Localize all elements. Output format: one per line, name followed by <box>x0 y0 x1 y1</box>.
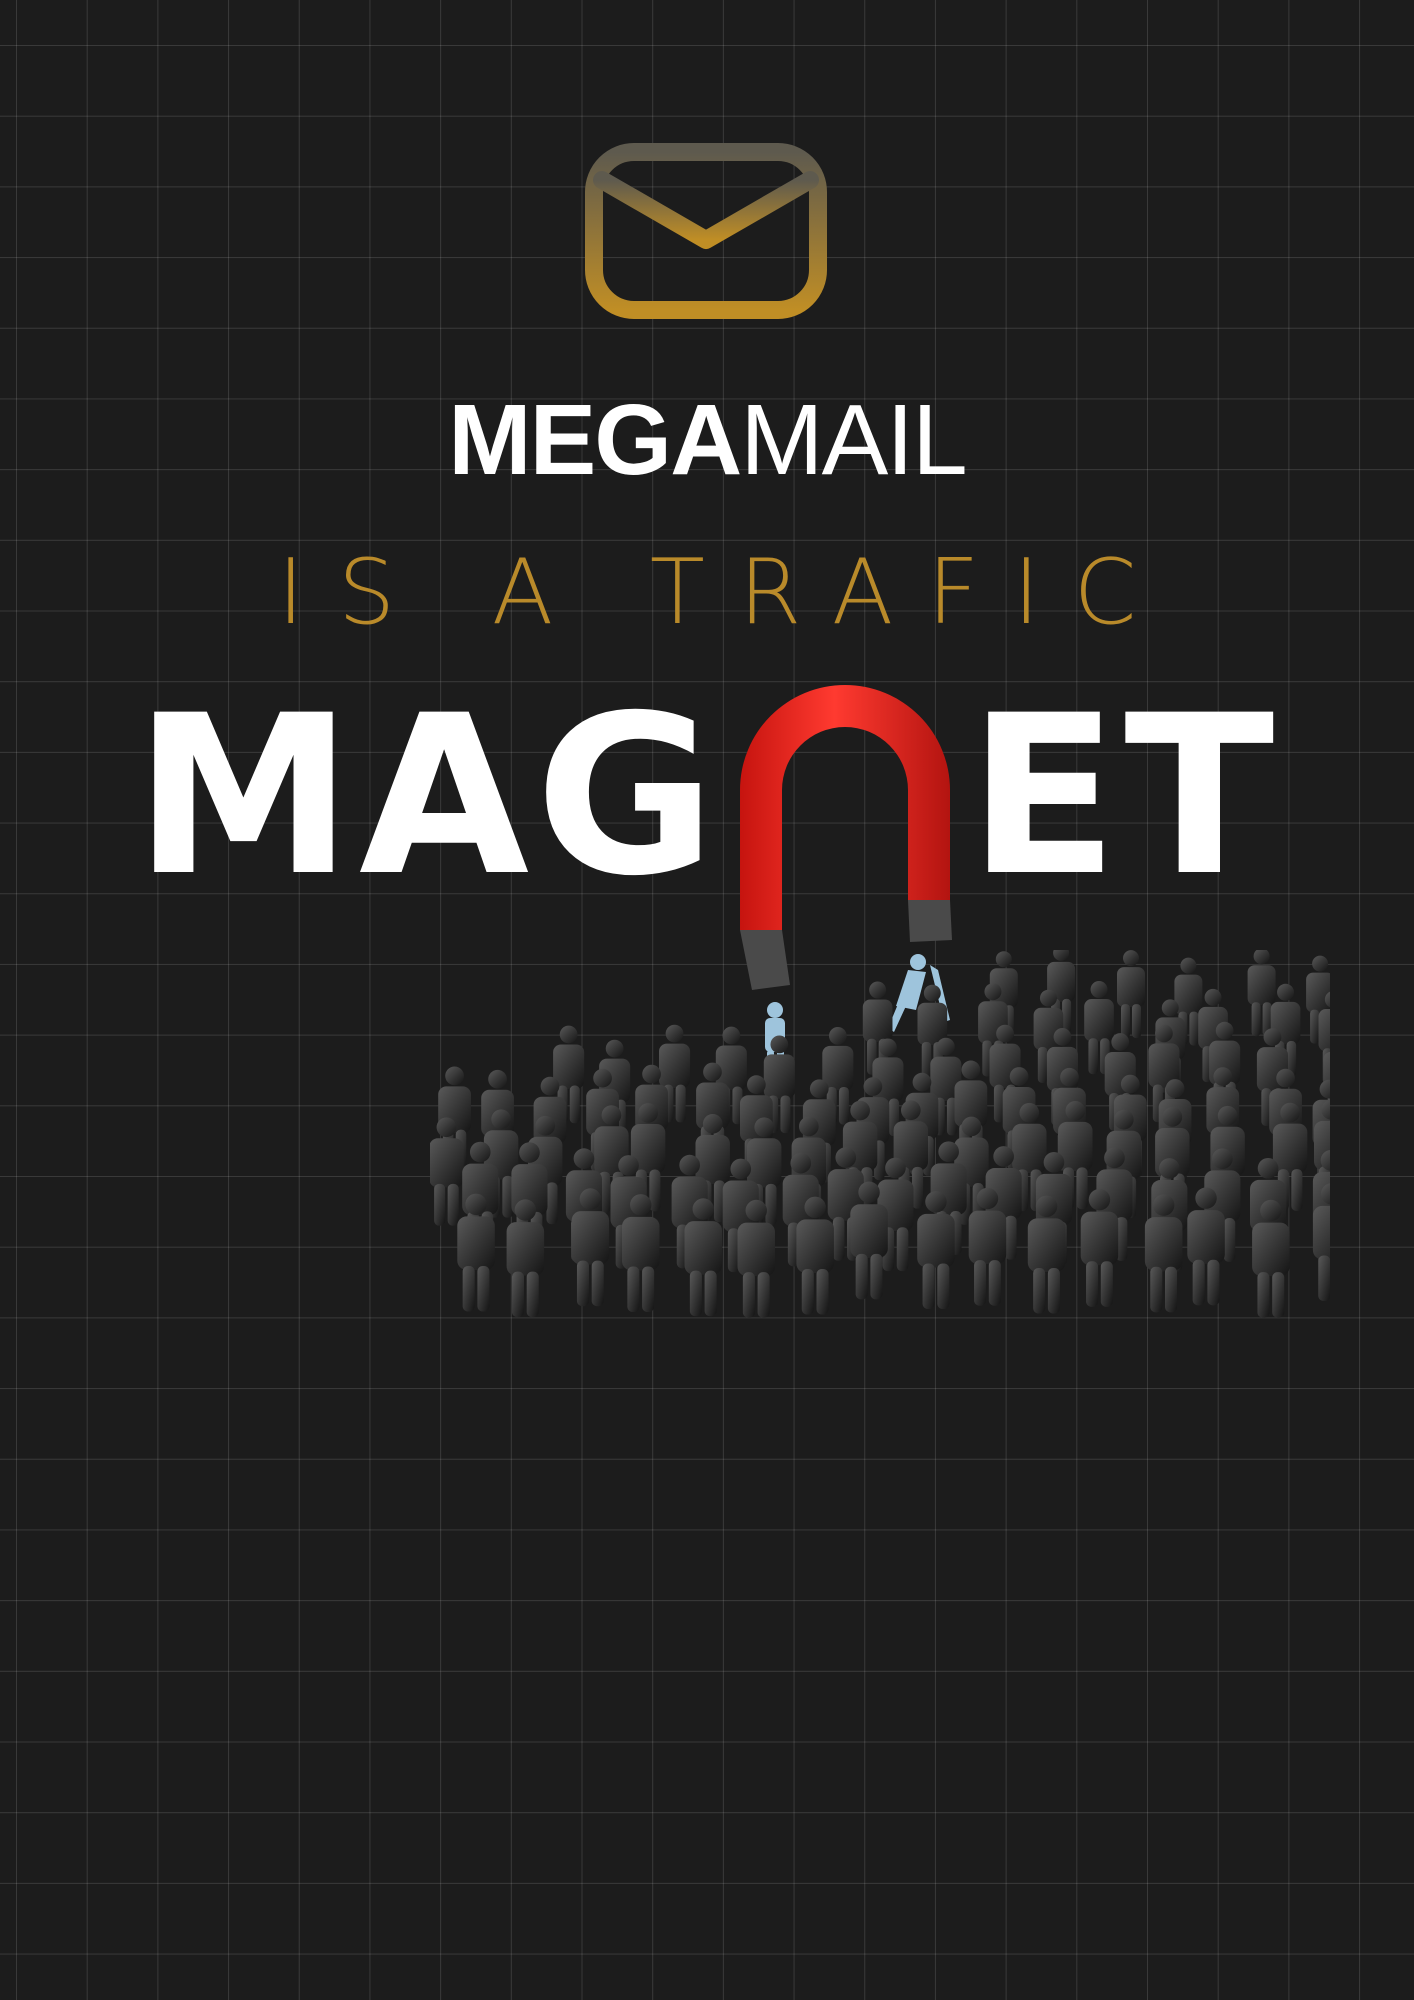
brand-name: MEGAMAIL <box>0 390 1414 490</box>
headline-left: MAG <box>134 668 722 924</box>
m-logo-icon <box>585 143 827 319</box>
people-crowd-icon <box>430 950 1330 1318</box>
poster: MEGAMAIL IS A TRAFIC MAG ET <box>0 0 1414 2000</box>
brand-bold: MEGA <box>448 384 742 496</box>
tagline: IS A TRAFIC <box>277 540 1171 645</box>
headline-right: ET <box>968 668 1281 924</box>
brand-light: MAIL <box>740 384 967 496</box>
crowd-person-icon <box>1117 950 1145 1039</box>
